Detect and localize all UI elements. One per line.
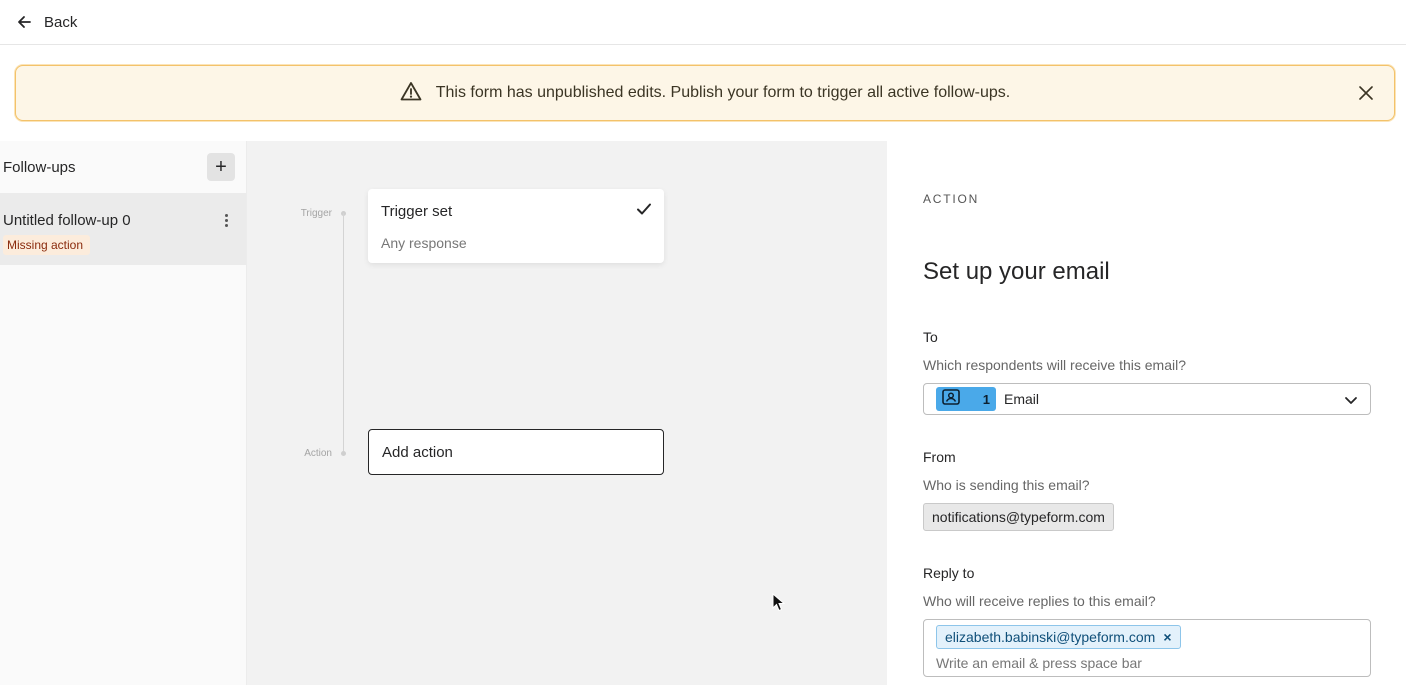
- followup-name: Untitled follow-up 0: [3, 212, 131, 229]
- chevron-down-icon: [1344, 393, 1358, 411]
- remove-chip-icon[interactable]: ×: [1163, 629, 1171, 645]
- reply-email: elizabeth.babinski@typeform.com: [945, 629, 1156, 645]
- add-followup-button[interactable]: +: [207, 153, 235, 181]
- add-action-label: Add action: [382, 443, 453, 461]
- check-icon: [636, 202, 652, 221]
- arrow-left-icon: [16, 14, 32, 30]
- from-help: Who is sending this email?: [923, 477, 1090, 493]
- section-eyebrow: ACTION: [923, 192, 980, 206]
- timeline-connector: [343, 213, 344, 453]
- reply-to-label: Reply to: [923, 565, 975, 581]
- reply-to-input[interactable]: [936, 654, 1356, 672]
- sidebar-header: Follow-ups +: [3, 153, 235, 181]
- plus-icon: +: [215, 156, 227, 178]
- close-icon[interactable]: [1356, 83, 1376, 103]
- cursor-icon: [772, 592, 786, 618]
- action-step-label: Action: [304, 448, 332, 459]
- from-email-chip: notifications@typeform.com: [923, 503, 1114, 531]
- page-title: Set up your email: [923, 258, 1110, 285]
- status-badge: Missing action: [3, 235, 91, 255]
- action-dot: [341, 451, 346, 456]
- from-label: From: [923, 449, 956, 465]
- trigger-card-subtitle: Any response: [381, 235, 467, 251]
- recipient-pill: 1: [936, 387, 996, 411]
- to-help: Which respondents will receive this emai…: [923, 357, 1186, 373]
- from-email: notifications@typeform.com: [932, 509, 1105, 525]
- recipient-count: 1: [982, 391, 990, 407]
- reply-to-help: Who will receive replies to this email?: [923, 593, 1156, 609]
- warning-icon: [400, 81, 422, 106]
- top-bar: Back: [0, 0, 1406, 45]
- unpublished-edits-banner: This form has unpublished edits. Publish…: [15, 65, 1395, 121]
- more-vertical-icon[interactable]: [218, 211, 234, 229]
- add-action-button[interactable]: Add action: [368, 429, 664, 475]
- contact-card-icon: [942, 388, 960, 410]
- to-label: To: [923, 329, 938, 345]
- sidebar-item-followup[interactable]: Untitled follow-up 0 Missing action: [0, 193, 246, 265]
- reply-email-chip: elizabeth.babinski@typeform.com ×: [936, 625, 1181, 649]
- to-select[interactable]: 1 Email: [923, 383, 1371, 415]
- to-select-value: Email: [1004, 391, 1040, 407]
- back-label: Back: [44, 13, 78, 31]
- banner-message: This form has unpublished edits. Publish…: [435, 84, 1011, 101]
- followups-sidebar: Follow-ups + Untitled follow-up 0 Missin…: [0, 141, 247, 685]
- back-button[interactable]: Back: [16, 10, 77, 34]
- flow-canvas: Trigger Action Trigger set Any response …: [247, 141, 887, 685]
- trigger-step-label: Trigger: [300, 208, 332, 219]
- sidebar-title: Follow-ups: [3, 158, 76, 176]
- action-settings-panel: ACTION Set up your email To Which respon…: [887, 141, 1406, 685]
- trigger-card[interactable]: Trigger set Any response: [368, 189, 664, 263]
- trigger-card-title: Trigger set: [381, 203, 453, 220]
- reply-to-field[interactable]: elizabeth.babinski@typeform.com ×: [923, 619, 1371, 677]
